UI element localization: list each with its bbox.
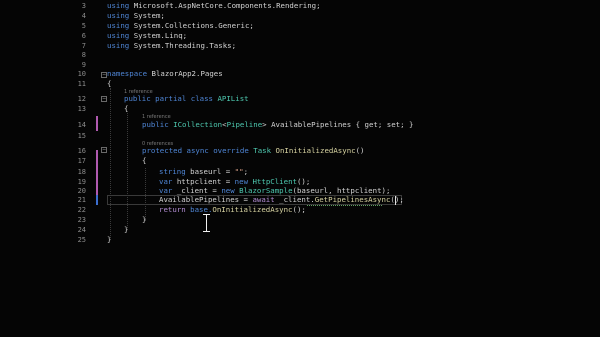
keyword-using: using: [107, 1, 134, 10]
keyword-return: return: [159, 205, 191, 214]
type-name: HttpClient: [252, 177, 297, 186]
punctuation: ;: [243, 167, 249, 176]
keyword-using: using: [107, 31, 134, 40]
keyword-var: var: [159, 177, 177, 186]
variable-name: _client =: [176, 186, 222, 195]
namespace-name: System.Collections.Generic;: [133, 21, 254, 30]
property-name: AvailablePipelines: [271, 120, 352, 129]
code-line[interactable]: {: [0, 156, 600, 166]
keyword-using: using: [107, 41, 134, 50]
namespace-name: System;: [133, 11, 165, 20]
namespace-name: System.Linq;: [133, 31, 188, 40]
class-modifiers: public partial class: [124, 94, 218, 103]
code-line[interactable]: using System.Collections.Generic;: [0, 21, 600, 31]
keyword-new: new: [221, 186, 240, 195]
code-line[interactable]: }: [0, 215, 600, 225]
keyword-using: using: [107, 11, 134, 20]
line-number-label: 15: [77, 132, 86, 140]
brace: }: [107, 235, 112, 244]
keyword-string: string: [159, 167, 191, 176]
punctuation: ();: [390, 195, 404, 204]
keyword-using: using: [107, 21, 134, 30]
type-name: ICollection: [173, 120, 223, 129]
code-line[interactable]: }: [0, 235, 600, 245]
keyword-namespace: namespace: [107, 69, 152, 78]
brace: }: [124, 225, 129, 234]
code-line[interactable]: using System;: [0, 11, 600, 21]
arguments: (baseurl, httpclient);: [292, 186, 391, 195]
type-name: BlazorSample: [239, 186, 293, 195]
code-line[interactable]: namespace BlazorApp2.Pages: [0, 69, 600, 79]
assignment: AvailablePipelines =: [159, 195, 253, 204]
brace: {: [107, 79, 112, 88]
namespace-name: BlazorApp2.Pages: [151, 69, 223, 78]
namespace-name: Microsoft.AspNetCore.Components.Renderin…: [133, 1, 321, 10]
method-name: OnInitializedAsync: [212, 205, 293, 214]
code-editor[interactable]: 3 4 5 6 7 8 9 10 11 12 13 14 15 16 17 18 19 20 21 22 23 24 25 …: [0, 0, 600, 337]
brace: }: [142, 215, 147, 224]
code-line[interactable]: return base.OnInitializedAsync();: [0, 205, 600, 215]
variable-name: httpclient =: [176, 177, 235, 186]
accessors: { get; set; }: [351, 120, 414, 129]
class-name: APIList: [217, 94, 249, 103]
line-number: 8: [0, 50, 600, 60]
punctuation: ();: [296, 177, 311, 186]
brace: {: [142, 156, 147, 165]
code-line[interactable]: {: [0, 79, 600, 89]
code-line[interactable]: using System.Threading.Tasks;: [0, 41, 600, 51]
type-name: Pipeline: [226, 120, 263, 129]
punctuation: ();: [292, 205, 306, 214]
punctuation: >: [262, 120, 272, 129]
text-caret: [395, 196, 396, 205]
method-name: OnInitializedAsync: [275, 146, 356, 155]
variable-name: baseurl =: [190, 167, 235, 176]
keyword-public: public: [142, 120, 174, 129]
code-line[interactable]: string baseurl = "";: [0, 167, 600, 177]
keyword-base: base.: [190, 205, 213, 214]
code-line[interactable]: {: [0, 104, 600, 114]
type-name: Task: [253, 146, 276, 155]
code-line[interactable]: using System.Linq;: [0, 31, 600, 41]
code-line[interactable]: using Microsoft.AspNetCore.Components.Re…: [0, 1, 600, 11]
code-line[interactable]: public ICollection<Pipeline> AvailablePi…: [0, 120, 600, 130]
punctuation: (): [355, 146, 365, 155]
keyword-var: var: [159, 186, 177, 195]
code-line-current[interactable]: AvailablePipelines = await _client.GetPi…: [0, 195, 600, 205]
code-line[interactable]: protected async override Task OnInitiali…: [0, 146, 600, 156]
keyword-new: new: [234, 177, 253, 186]
code-line[interactable]: }: [0, 225, 600, 235]
code-line[interactable]: public partial class APIList: [0, 94, 600, 104]
ibeam-cursor-icon: [203, 214, 210, 232]
line-number-label: 8: [81, 51, 86, 59]
line-number: 15: [0, 131, 600, 141]
keyword-await: await: [252, 195, 280, 204]
namespace-name: System.Threading.Tasks;: [133, 41, 237, 50]
string-literal: "": [234, 167, 244, 176]
brace: {: [124, 104, 129, 113]
method-modifiers: protected async override: [142, 146, 254, 155]
